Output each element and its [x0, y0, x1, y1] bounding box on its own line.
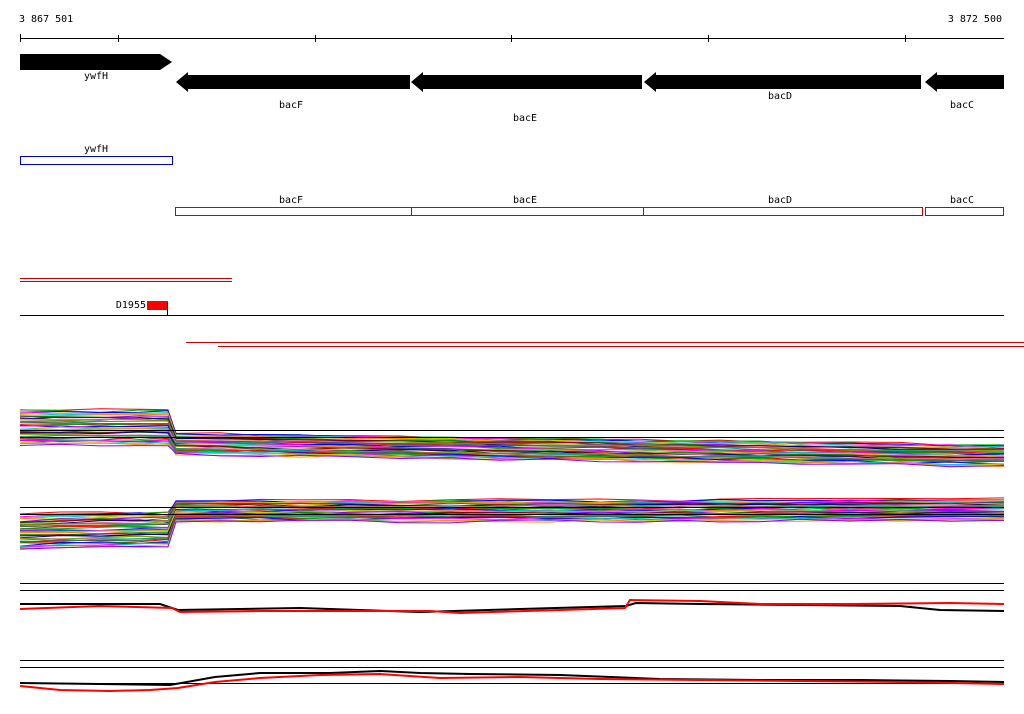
panel-reference-lines — [20, 430, 1004, 684]
gene-arrow-bacd[interactable] — [644, 72, 921, 92]
ruler-axis — [20, 34, 1004, 42]
transcript-track — [20, 278, 1024, 347]
genome-browser-view: 3 867 501 3 872 500 ywfH bacF bacE bacD … — [0, 0, 1024, 714]
gene-arrow-bacc[interactable] — [925, 72, 1004, 92]
track-graphics — [19, 34, 1024, 693]
expression-profiles-middle — [19, 497, 1005, 550]
gene-arrow-ywfh[interactable] — [20, 54, 172, 70]
gene-arrow-bace[interactable] — [411, 72, 642, 92]
signal-red-line-2 — [19, 672, 1005, 693]
gene-arrow-bacf[interactable] — [176, 72, 410, 92]
